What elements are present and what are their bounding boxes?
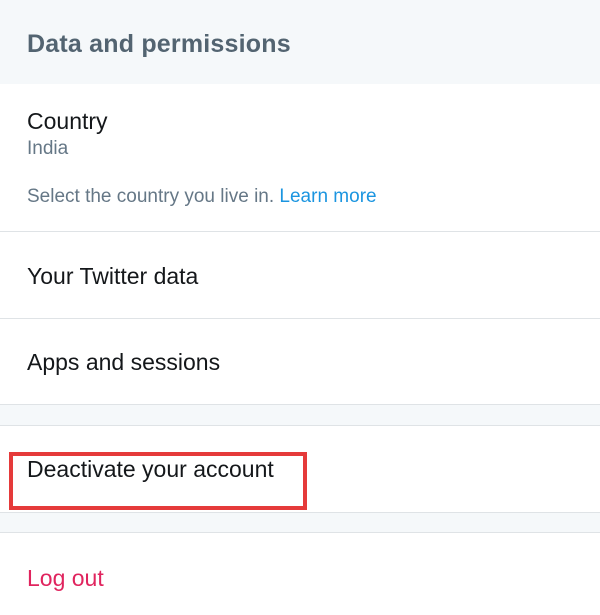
country-hint: Select the country you live in. Learn mo…	[27, 186, 377, 208]
settings-page: Data and permissions Country India Selec…	[0, 0, 600, 615]
twitter-data-label: Your Twitter data	[27, 263, 199, 289]
logout-label: Log out	[27, 565, 104, 591]
deactivate-account-label: Deactivate your account	[27, 456, 274, 482]
deactivate-account-item[interactable]: Deactivate your account	[0, 426, 600, 512]
country-label: Country	[27, 108, 108, 134]
section-gap	[0, 513, 600, 532]
country-setting[interactable]: Country	[0, 84, 600, 231]
twitter-data-item[interactable]: Your Twitter data	[0, 232, 600, 318]
logout-item[interactable]: Log out	[0, 533, 600, 615]
learn-more-link[interactable]: Learn more	[279, 186, 376, 207]
apps-sessions-label: Apps and sessions	[27, 349, 221, 375]
apps-sessions-item[interactable]: Apps and sessions	[0, 319, 600, 404]
section-header: Data and permissions	[0, 0, 600, 84]
section-title: Data and permissions	[27, 30, 291, 58]
section-gap	[0, 405, 600, 425]
country-value: India	[27, 138, 69, 159]
country-hint-text: Select the country you live in.	[27, 186, 275, 207]
